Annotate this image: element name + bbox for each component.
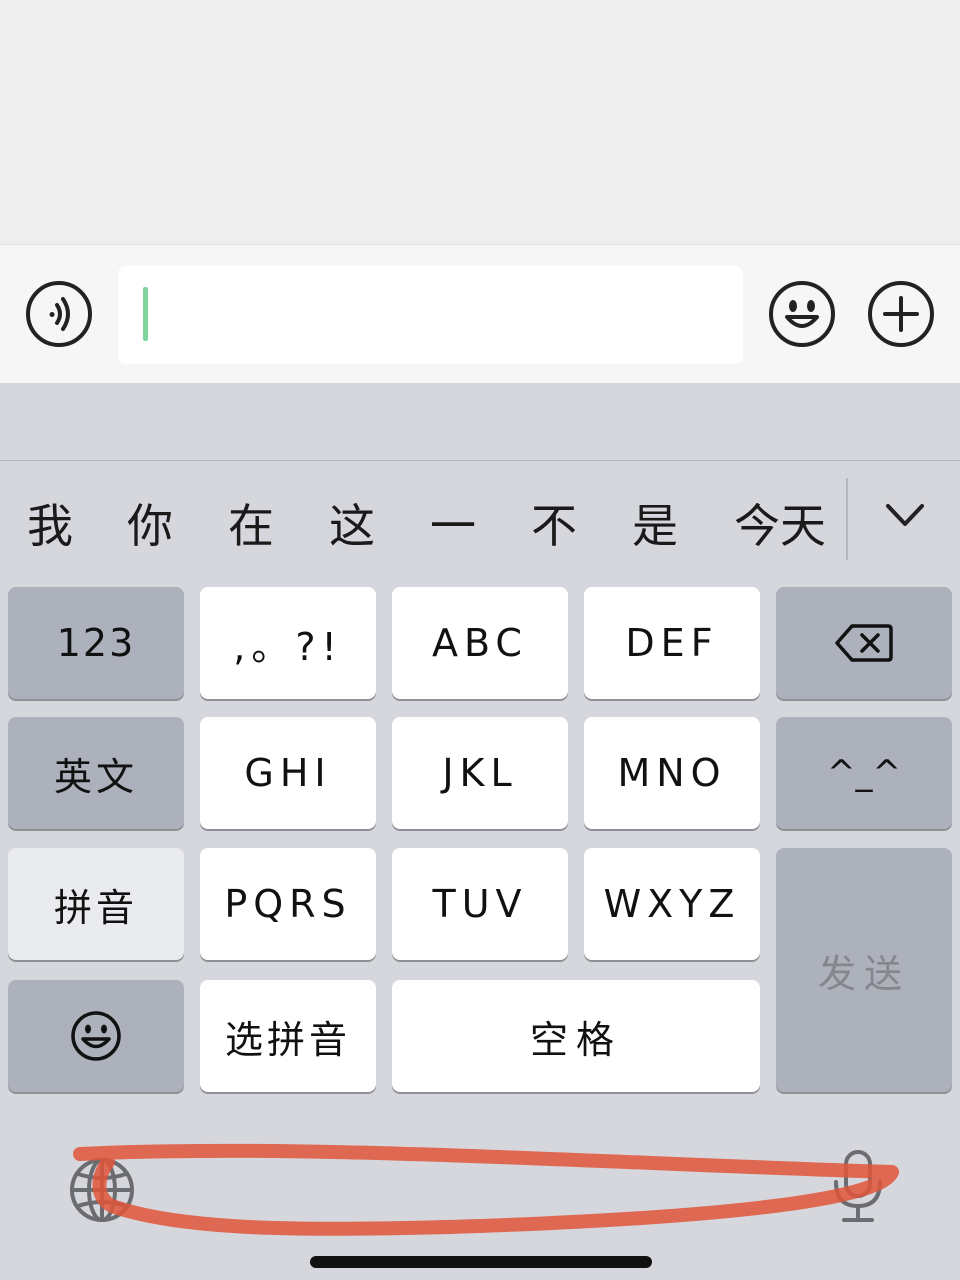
- candidate-word[interactable]: 我: [18, 496, 82, 556]
- key-punctuation[interactable]: ,。?!: [200, 587, 376, 699]
- key-label: JKL: [442, 751, 518, 795]
- keyboard-divider: [0, 460, 960, 461]
- emoji-button[interactable]: [769, 281, 835, 347]
- globe-icon[interactable]: [68, 1156, 136, 1224]
- emoji-keyboard-key[interactable]: [8, 980, 184, 1092]
- key-jkl[interactable]: JKL: [392, 717, 568, 829]
- space-key[interactable]: 空格: [392, 980, 760, 1092]
- chat-area: [0, 0, 960, 245]
- voice-toggle-button[interactable]: [26, 281, 92, 347]
- candidate-word[interactable]: 是: [623, 496, 687, 556]
- key-kaomoji[interactable]: ^_^: [776, 717, 952, 829]
- key-label: ,。?!: [233, 624, 343, 669]
- key-label: 选拼音: [224, 1017, 351, 1062]
- voice-input-icon: [49, 297, 70, 331]
- microphone-icon[interactable]: [830, 1150, 886, 1224]
- key-label: ABC: [432, 621, 528, 665]
- key-label: 123: [56, 621, 136, 665]
- backspace-icon: [835, 624, 893, 662]
- chevron-down-icon[interactable]: [884, 500, 926, 530]
- candidate-word[interactable]: 这: [320, 496, 384, 556]
- key-label: 英文: [53, 754, 138, 799]
- backspace-key[interactable]: [776, 587, 952, 699]
- key-abc[interactable]: ABC: [392, 587, 568, 699]
- message-input[interactable]: [118, 266, 743, 364]
- key-label: MNO: [617, 751, 727, 795]
- candidate-separator: [846, 478, 848, 560]
- candidate-word[interactable]: 不: [522, 496, 586, 556]
- more-button[interactable]: [868, 281, 934, 347]
- text-caret: [143, 287, 148, 341]
- key-select-pinyin[interactable]: 选拼音: [200, 980, 376, 1092]
- key-label: PQRS: [224, 882, 352, 926]
- key-ghi[interactable]: GHI: [200, 717, 376, 829]
- send-key[interactable]: 发送: [776, 848, 952, 1092]
- key-label: DEF: [625, 621, 719, 665]
- key-english[interactable]: 英文: [8, 717, 184, 829]
- key-wxyz[interactable]: WXYZ: [584, 848, 760, 960]
- plus-icon: [883, 296, 919, 332]
- key-pqrs[interactable]: PQRS: [200, 848, 376, 960]
- candidate-word[interactable]: 今天: [728, 496, 832, 556]
- key-label: TUV: [432, 882, 528, 926]
- candidate-word[interactable]: 你: [118, 496, 182, 556]
- key-def[interactable]: DEF: [584, 587, 760, 699]
- candidate-word[interactable]: 在: [219, 496, 283, 556]
- key-label: WXYZ: [603, 882, 741, 926]
- key-mno[interactable]: MNO: [584, 717, 760, 829]
- candidate-word[interactable]: 一: [421, 496, 485, 556]
- key-123[interactable]: 123: [8, 587, 184, 699]
- key-label: 发送: [817, 951, 910, 996]
- key-label: 拼音: [53, 885, 138, 930]
- home-indicator: [310, 1256, 652, 1268]
- key-label: ^_^: [827, 753, 901, 793]
- emoji-icon: [71, 1011, 121, 1061]
- emoji-icon: [785, 300, 819, 328]
- key-pinyin[interactable]: 拼音: [8, 848, 184, 960]
- key-tuv[interactable]: TUV: [392, 848, 568, 960]
- key-label: 空格: [529, 1017, 622, 1062]
- key-label: GHI: [244, 751, 332, 795]
